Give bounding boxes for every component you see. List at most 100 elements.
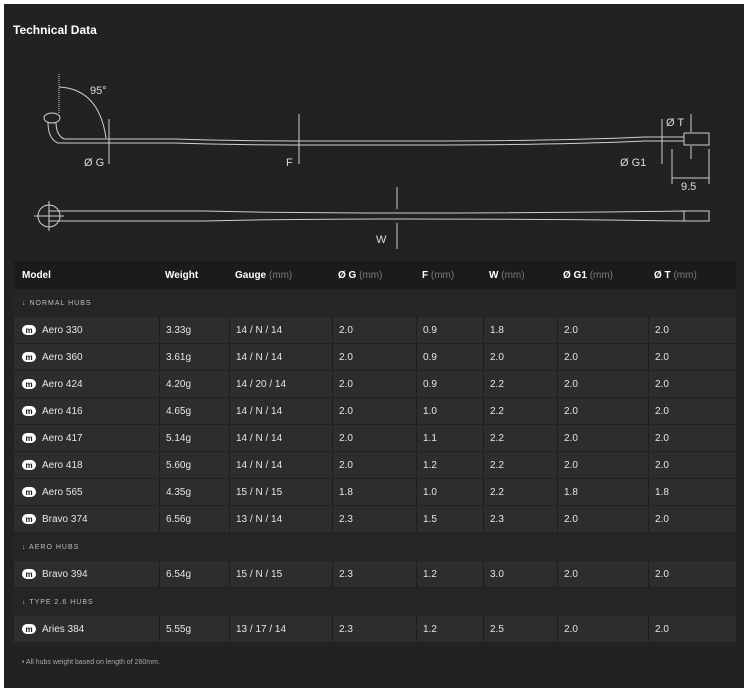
table-cell: 2.0: [648, 398, 736, 424]
table-cell: 2.0: [557, 317, 648, 343]
table-cell: 2.0: [648, 425, 736, 451]
table-cell: 2.0: [648, 344, 736, 370]
table-cell: 2.0: [332, 317, 416, 343]
table-cell: 13 / N / 14: [229, 506, 332, 532]
g1-diameter-label: Ø G1: [620, 157, 646, 169]
table-cell: 4.65g: [159, 398, 229, 424]
table-cell: 1.2: [416, 561, 483, 587]
table-cell: 2.2: [483, 452, 557, 478]
table-cell: 3.61g: [159, 344, 229, 370]
model-cell: m Aero 417: [14, 425, 159, 451]
table-cell: 1.8: [483, 317, 557, 343]
table-cell: 2.0: [557, 398, 648, 424]
table-cell: 6.56g: [159, 506, 229, 532]
table-cell: 2.0: [557, 344, 648, 370]
table-cell: 1.8: [648, 479, 736, 505]
table-row: m Bravo 374 6.56g 13 / N / 14 2.3 1.5 2.3 2.0 2.…: [14, 506, 736, 532]
table-cell: 2.0: [332, 425, 416, 451]
header-cell: Model: [22, 269, 51, 281]
section-header: ↓ TYPE 2.6 HUBS: [14, 588, 736, 616]
table-row: m Aero 565 4.35g 15 / N / 15 1.8 1.0 2.2 1.8 1.8: [14, 479, 736, 505]
table-cell: 2.0: [648, 561, 736, 587]
table-row: m Aries 384 5.55g 13 / 17 / 14 2.3 1.2 2.5 2.0 2…: [14, 616, 736, 642]
header-cell: Ø G1 (mm): [563, 269, 614, 281]
table-cell: 14 / N / 14: [229, 452, 332, 478]
brand-logo-icon: m: [22, 406, 36, 416]
table-cell: 4.20g: [159, 371, 229, 397]
table-cell: 14 / 20 / 14: [229, 371, 332, 397]
model-name: Aero 417: [42, 432, 83, 444]
model-cell: m Aero 360: [14, 344, 159, 370]
brand-logo-icon: m: [22, 514, 36, 524]
table-cell: 2.0: [557, 506, 648, 532]
table-cell: 2.0: [332, 371, 416, 397]
model-name: Aero 418: [42, 459, 83, 471]
table-cell: 2.0: [557, 425, 648, 451]
table-cell: 2.0: [557, 616, 648, 642]
table-cell: 0.9: [416, 317, 483, 343]
header-cell: Weight: [165, 269, 199, 281]
table-cell: 2.0: [648, 506, 736, 532]
model-name: Aero 565: [42, 486, 83, 498]
header-cell: W (mm): [489, 269, 525, 281]
table-cell: 6.54g: [159, 561, 229, 587]
table-row: m Aero 360 3.61g 14 / N / 14 2.0 0.9 2.0 2.0 2.0: [14, 344, 736, 370]
table-cell: 2.3: [332, 561, 416, 587]
table-cell: 2.0: [648, 317, 736, 343]
model-cell: m Aero 330: [14, 317, 159, 343]
table-cell: 2.2: [483, 371, 557, 397]
header-cell: F (mm): [422, 269, 455, 281]
spec-table: Model Weight Gauge (mm) Ø G (mm) F (mm) …: [14, 261, 736, 643]
end-length-label: 9.5: [681, 181, 696, 193]
table-cell: 14 / N / 14: [229, 317, 332, 343]
table-cell: 2.3: [332, 506, 416, 532]
model-cell: m Aero 418: [14, 452, 159, 478]
table-cell: 2.0: [332, 398, 416, 424]
table-cell: 2.0: [648, 371, 736, 397]
angle-label: 95°: [90, 85, 107, 97]
table-row: m Aero 416 4.65g 14 / N / 14 2.0 1.0 2.2 2.0 2.0: [14, 398, 736, 424]
brand-logo-icon: m: [22, 460, 36, 470]
table-cell: 2.0: [332, 344, 416, 370]
table-cell: 2.0: [557, 371, 648, 397]
table-cell: 2.0: [332, 452, 416, 478]
spoke-front-view: [34, 187, 710, 249]
t-diameter-label: Ø T: [666, 117, 684, 129]
table-cell: 2.0: [483, 344, 557, 370]
model-name: Aero 416: [42, 405, 83, 417]
table-cell: 15 / N / 15: [229, 561, 332, 587]
header-cell: Gauge (mm): [235, 269, 293, 281]
brand-logo-icon: m: [22, 624, 36, 634]
table-cell: 2.0: [648, 616, 736, 642]
model-cell: m Aero 565: [14, 479, 159, 505]
table-row: m Aero 417 5.14g 14 / N / 14 2.0 1.1 2.2 2.0 2.0: [14, 425, 736, 451]
brand-logo-icon: m: [22, 379, 36, 389]
table-cell: 1.0: [416, 398, 483, 424]
model-cell: m Aero 424: [14, 371, 159, 397]
brand-logo-icon: m: [22, 352, 36, 362]
brand-logo-icon: m: [22, 325, 36, 335]
table-cell: 3.33g: [159, 317, 229, 343]
footnote: • All hubs weight based on length of 260…: [22, 659, 160, 666]
model-name: Aries 384: [42, 623, 85, 635]
table-cell: 2.5: [483, 616, 557, 642]
table-cell: 5.55g: [159, 616, 229, 642]
table-cell: 2.0: [557, 561, 648, 587]
table-cell: 1.8: [557, 479, 648, 505]
model-name: Aero 424: [42, 378, 83, 390]
table-body: ↓ NORMAL HUBS m Aero 330 3.33g 14 / N / 14 2.…: [14, 289, 736, 642]
model-name: Aero 330: [42, 324, 83, 336]
table-cell: 1.2: [416, 452, 483, 478]
table-cell: 2.3: [483, 506, 557, 532]
table-cell: 13 / 17 / 14: [229, 616, 332, 642]
table-cell: 2.0: [648, 452, 736, 478]
brand-logo-icon: m: [22, 569, 36, 579]
header-cell: Ø T (mm): [654, 269, 697, 281]
table-cell: 14 / N / 14: [229, 344, 332, 370]
table-cell: 1.8: [332, 479, 416, 505]
table-cell: 3.0: [483, 561, 557, 587]
table-row: m Aero 330 3.33g 14 / N / 14 2.0 0.9 1.8 2.0 2.0: [14, 317, 736, 343]
table-cell: 15 / N / 15: [229, 479, 332, 505]
table-row: m Aero 424 4.20g 14 / 20 / 14 2.0 0.9 2.2 2.0 2.…: [14, 371, 736, 397]
section-header: ↓ AERO HUBS: [14, 533, 736, 561]
